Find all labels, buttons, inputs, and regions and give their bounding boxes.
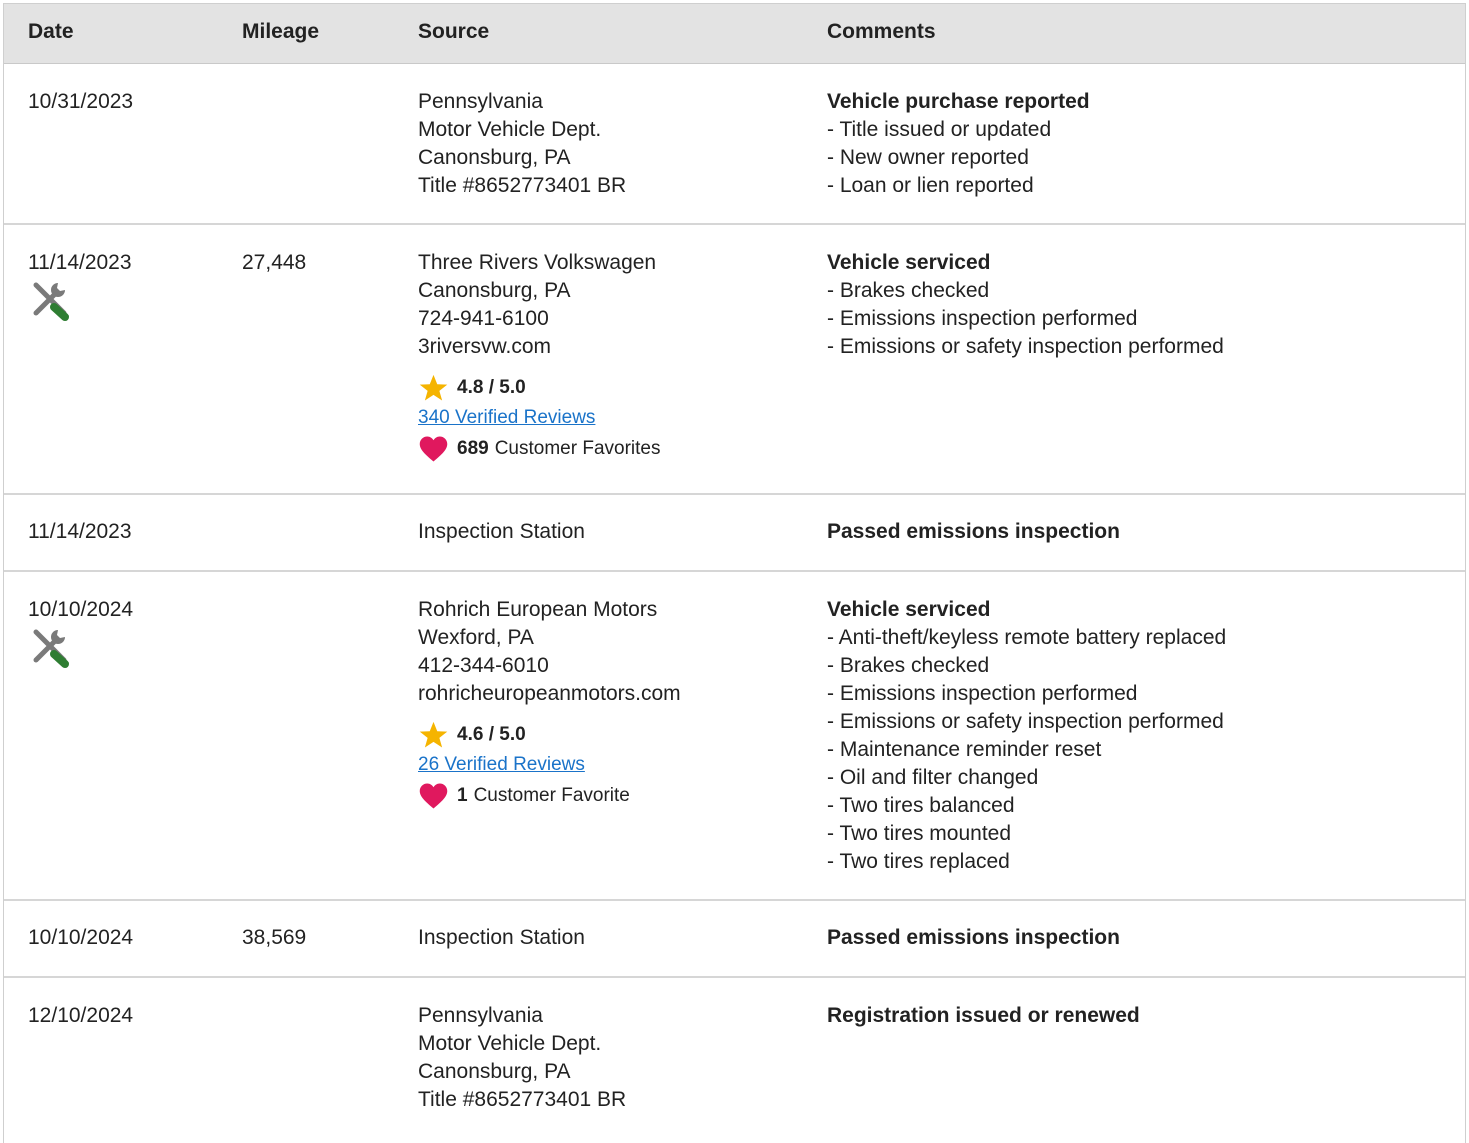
rating-value: 4.6 / 5.0 (457, 724, 526, 745)
header-date: Date (28, 20, 74, 43)
mileage: 27,448 (242, 251, 307, 274)
source-line: Motor Vehicle Dept. (418, 1032, 602, 1055)
comment-item: - Emissions or safety inspection perform… (827, 335, 1224, 358)
date: 10/31/2023 (28, 90, 134, 113)
comment-item: - Two tires replaced (827, 850, 1010, 873)
comment-item: - Oil and filter changed (827, 766, 1039, 789)
comment-title: Vehicle serviced (827, 598, 991, 621)
source-cell: Inspection Station (418, 518, 585, 546)
heart-icon (419, 783, 448, 809)
rating-value: 4.8 / 5.0 (457, 377, 526, 398)
comment-item: - Loan or lien reported (827, 174, 1034, 197)
rating: 4.6 / 5.0 (418, 720, 681, 750)
mileage: 38,569 (242, 926, 307, 949)
table-row: 10/10/2024 38,569 Inspection Station Pas… (4, 901, 1465, 978)
date: 10/10/2024 (28, 926, 134, 949)
comment-item: - Brakes checked (827, 279, 990, 302)
heart-icon (419, 436, 448, 462)
comments-cell: Vehicle purchase reported - Title issued… (827, 88, 1090, 200)
header-source: Source (418, 20, 490, 43)
verified-reviews-link[interactable]: 340 Verified Reviews (418, 403, 660, 433)
service-tools-icon (33, 629, 69, 668)
source-cell: Pennsylvania Motor Vehicle Dept. Canonsb… (418, 88, 626, 200)
date-cell: 10/10/2024 (28, 596, 133, 668)
comment-item: - Two tires mounted (827, 822, 1012, 845)
favorites-count: 689 (457, 438, 489, 459)
table-row: 10/10/2024 Rohrich European Motors Wexfo… (4, 572, 1465, 901)
comment-title: Vehicle serviced (827, 251, 991, 274)
source-line: Three Rivers Volkswagen (418, 251, 657, 274)
date-cell: 12/10/2024 (28, 1002, 133, 1030)
date-cell: 11/14/2023 (28, 249, 132, 321)
comments-cell: Vehicle serviced - Anti-theft/keyless re… (827, 596, 1226, 876)
star-icon (419, 721, 448, 748)
comment-item: - Two tires balanced (827, 794, 1015, 817)
favorites-count: 1 (457, 785, 468, 806)
date: 11/14/2023 (28, 520, 132, 543)
comments-cell: Vehicle serviced - Brakes checked - Emis… (827, 249, 1224, 361)
favorites-label: Customer Favorite (473, 785, 630, 806)
comment-title: Vehicle purchase reported (827, 90, 1090, 113)
comment-item: - Brakes checked (827, 654, 990, 677)
comments-cell: Passed emissions inspection (827, 924, 1120, 952)
table-row: 10/31/2023 Pennsylvania Motor Vehicle De… (4, 64, 1465, 225)
source-line: Canonsburg, PA (418, 279, 571, 302)
verified-reviews-link[interactable]: 26 Verified Reviews (418, 750, 681, 780)
table-row: 12/10/2024 Pennsylvania Motor Vehicle De… (4, 978, 1465, 1138)
mileage-cell: 27,448 (242, 249, 306, 277)
source-line: Rohrich European Motors (418, 598, 658, 621)
source-line: 724-941-6100 (418, 307, 549, 330)
source-line: Inspection Station (418, 926, 585, 949)
date-cell: 10/10/2024 (28, 924, 133, 952)
table-row: 11/14/2023 27,448 Three Rivers Volkswage… (4, 225, 1465, 495)
source-line: Canonsburg, PA (418, 1060, 571, 1083)
table-row: 11/14/2023 Inspection Station Passed emi… (4, 495, 1465, 572)
date: 11/14/2023 (28, 251, 132, 274)
comments-cell: Passed emissions inspection (827, 518, 1120, 546)
rating: 4.8 / 5.0 (418, 373, 660, 403)
source-line: Pennsylvania (418, 1004, 543, 1027)
comment-item: - Title issued or updated (827, 118, 1052, 141)
source-line: Canonsburg, PA (418, 146, 571, 169)
source-line: Inspection Station (418, 520, 585, 543)
favorites-label: Customer Favorites (494, 438, 661, 459)
source-line: Motor Vehicle Dept. (418, 118, 602, 141)
source-line: 3riversvw.com (418, 335, 552, 358)
source-cell: Pennsylvania Motor Vehicle Dept. Canonsb… (418, 1002, 626, 1114)
date-cell: 10/31/2023 (28, 88, 133, 116)
source-cell: Rohrich European Motors Wexford, PA 412-… (418, 596, 681, 812)
header-comments: Comments (827, 20, 936, 43)
comment-title: Passed emissions inspection (827, 926, 1120, 949)
source-line: rohricheuropeanmotors.com (418, 682, 681, 705)
source-line: Wexford, PA (418, 626, 534, 649)
source-line: Title #8652773401 BR (418, 1088, 627, 1111)
source-line: 412-344-6010 (418, 654, 549, 677)
comment-item: - Anti-theft/keyless remote battery repl… (827, 626, 1227, 649)
comment-item: - Maintenance reminder reset (827, 738, 1102, 761)
history-table: Date Mileage Source Comments 10/31/2023 … (3, 3, 1466, 1143)
source-line: Pennsylvania (418, 90, 543, 113)
comment-item: - Emissions inspection performed (827, 682, 1138, 705)
customer-favorites: 1 Customer Favorite (418, 780, 681, 812)
star-icon (419, 374, 448, 401)
mileage-cell: 38,569 (242, 924, 306, 952)
comment-title: Passed emissions inspection (827, 520, 1120, 543)
comment-item: - New owner reported (827, 146, 1029, 169)
comment-title: Registration issued or renewed (827, 1004, 1140, 1027)
source-line: Title #8652773401 BR (418, 174, 627, 197)
date: 12/10/2024 (28, 1004, 134, 1027)
source-cell: Three Rivers Volkswagen Canonsburg, PA 7… (418, 249, 660, 465)
comment-item: - Emissions or safety inspection perform… (827, 710, 1224, 733)
comments-cell: Registration issued or renewed (827, 1002, 1140, 1030)
comment-item: - Emissions inspection performed (827, 307, 1138, 330)
date-cell: 11/14/2023 (28, 518, 132, 546)
customer-favorites: 689 Customer Favorites (418, 433, 660, 465)
table-header: Date Mileage Source Comments (4, 4, 1465, 64)
source-cell: Inspection Station (418, 924, 585, 952)
header-mileage: Mileage (242, 20, 320, 43)
service-tools-icon (33, 282, 69, 321)
date: 10/10/2024 (28, 598, 134, 621)
